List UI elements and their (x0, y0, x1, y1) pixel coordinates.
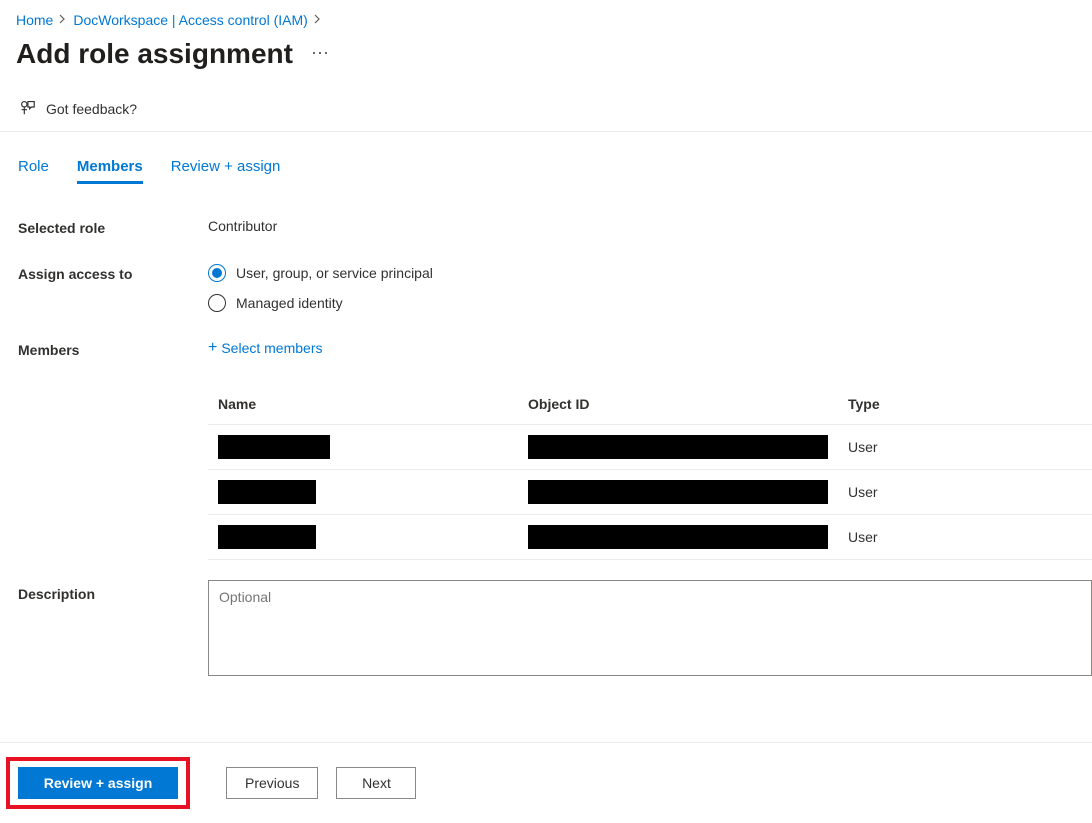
cell-type: User (838, 470, 1092, 515)
chevron-right-icon (59, 13, 67, 27)
radio-checked-icon (208, 264, 226, 282)
tab-role[interactable]: Role (18, 158, 49, 184)
selected-role-value: Contributor (208, 218, 1092, 234)
redacted-name (218, 480, 316, 504)
redacted-object-id (528, 435, 828, 459)
feedback-link[interactable]: Got feedback? (0, 88, 1092, 132)
redacted-name (218, 525, 316, 549)
assign-access-label: Assign access to (18, 264, 208, 282)
radio-label: Managed identity (236, 295, 343, 311)
tab-members[interactable]: Members (77, 158, 143, 184)
breadcrumb-home[interactable]: Home (16, 12, 53, 28)
more-actions-icon[interactable]: ⋯ (311, 43, 330, 66)
table-row[interactable]: User (208, 470, 1092, 515)
column-object-id[interactable]: Object ID (518, 388, 838, 425)
redacted-name (218, 435, 330, 459)
feedback-icon (18, 98, 36, 119)
feedback-label: Got feedback? (46, 101, 137, 117)
table-row[interactable]: User (208, 515, 1092, 560)
tab-review-assign[interactable]: Review + assign (171, 158, 281, 184)
members-table: Name Object ID Type User User User (208, 388, 1092, 560)
page-title: Add role assignment (16, 38, 293, 70)
redacted-object-id (528, 525, 828, 549)
cell-type: User (838, 515, 1092, 560)
description-label: Description (18, 580, 208, 602)
plus-icon: + (208, 340, 217, 356)
description-input[interactable] (208, 580, 1092, 676)
column-type[interactable]: Type (838, 388, 1092, 425)
cell-type: User (838, 425, 1092, 470)
review-assign-button[interactable]: Review + assign (18, 767, 178, 799)
footer: Review + assign Previous Next (0, 742, 1092, 823)
members-label: Members (18, 340, 208, 358)
breadcrumb-workspace[interactable]: DocWorkspace | Access control (IAM) (73, 12, 307, 28)
tabs: Role Members Review + assign (0, 132, 1092, 192)
radio-managed-identity[interactable]: Managed identity (208, 294, 1092, 312)
radio-user-group-principal[interactable]: User, group, or service principal (208, 264, 1092, 282)
breadcrumb: Home DocWorkspace | Access control (IAM) (0, 0, 1092, 32)
highlight-annotation: Review + assign (6, 757, 190, 809)
selected-role-label: Selected role (18, 218, 208, 236)
radio-label: User, group, or service principal (236, 265, 433, 281)
previous-button[interactable]: Previous (226, 767, 318, 799)
table-row[interactable]: User (208, 425, 1092, 470)
column-name[interactable]: Name (208, 388, 518, 425)
select-members-link[interactable]: + Select members (208, 340, 1092, 356)
redacted-object-id (528, 480, 828, 504)
next-button[interactable]: Next (336, 767, 416, 799)
chevron-right-icon (314, 13, 322, 27)
select-members-label: Select members (221, 340, 322, 356)
radio-unchecked-icon (208, 294, 226, 312)
